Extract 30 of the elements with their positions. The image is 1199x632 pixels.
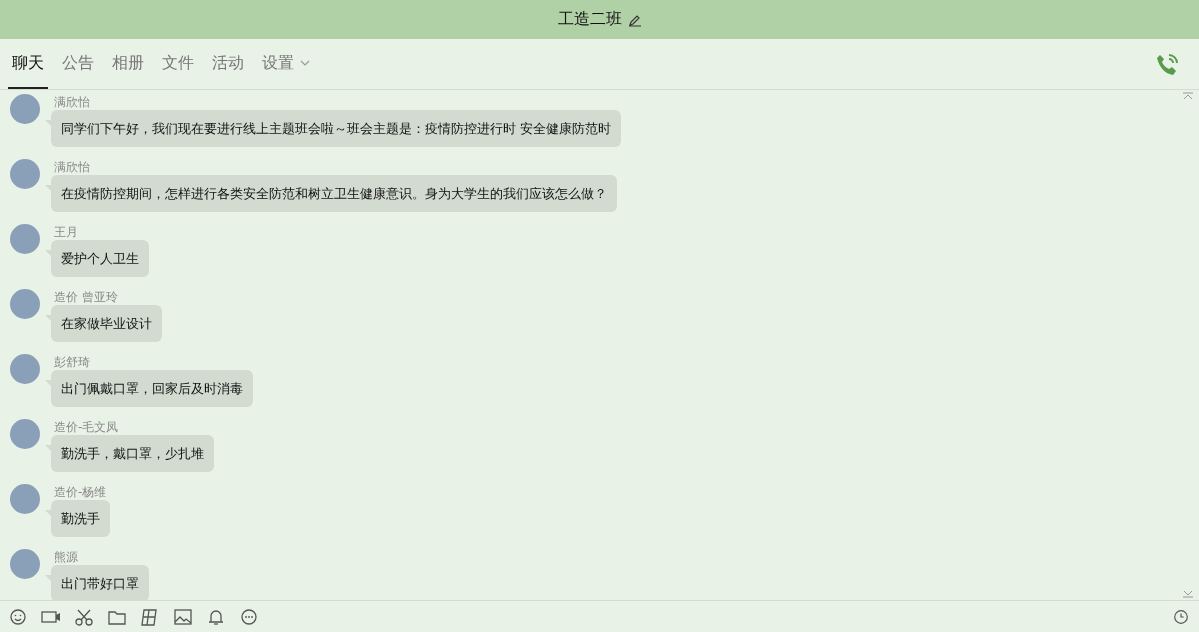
avatar[interactable]	[10, 549, 40, 579]
avatar[interactable]	[10, 354, 40, 384]
sender-name: 彭舒琦	[54, 354, 90, 370]
avatar[interactable]	[10, 94, 40, 124]
sender-name: 熊源	[54, 549, 78, 565]
avatar[interactable]	[10, 224, 40, 254]
sender-name: 造价 曾亚玲	[54, 289, 118, 305]
tab[interactable]: 文件	[158, 39, 198, 89]
more-icon[interactable]	[239, 606, 259, 627]
tab[interactable]: 聊天	[8, 39, 48, 89]
sender-name: 满欣怡	[54, 94, 90, 110]
avatar[interactable]	[10, 419, 40, 449]
scroll-up-icon[interactable]	[1183, 92, 1193, 100]
layout-icon[interactable]	[140, 606, 160, 627]
avatar[interactable]	[10, 159, 40, 189]
tab[interactable]: 设置	[258, 39, 314, 89]
avatar[interactable]	[10, 484, 40, 514]
smiley-icon[interactable]	[8, 606, 28, 627]
window-title: 工造二班	[557, 9, 622, 30]
scroll-down-icon[interactable]	[1183, 590, 1193, 598]
tab[interactable]: 活动	[208, 39, 248, 89]
sender-name: 造价-毛文凤	[54, 419, 119, 435]
phone-icon[interactable]	[1155, 53, 1179, 77]
tab[interactable]: 公告	[58, 39, 98, 89]
tab[interactable]: 相册	[108, 39, 148, 89]
sender-name: 造价-杨维	[54, 484, 107, 500]
sender-name: 王月	[54, 224, 78, 240]
avatar[interactable]	[10, 289, 40, 319]
image-icon[interactable]	[173, 606, 193, 627]
sender-name: 满欣怡	[54, 159, 90, 175]
